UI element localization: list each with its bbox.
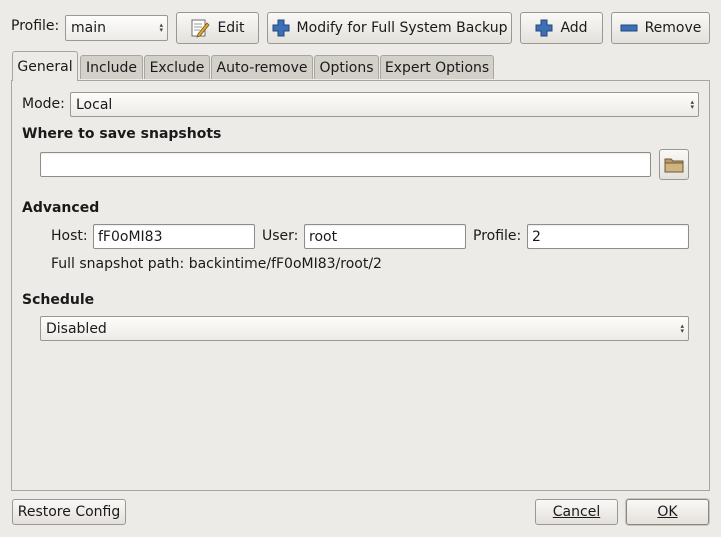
mode-select-value: Local [76,96,113,113]
schedule-select[interactable]: Disabled ▴ ▾ [40,316,689,341]
profile-select[interactable]: main ▴ ▾ [65,15,168,41]
user-value: root [309,228,338,245]
host-input[interactable]: fF0oMI83 [93,224,255,249]
plus-icon [272,19,290,37]
minus-icon [620,19,638,37]
schedule-select-value: Disabled [46,320,107,337]
schedule-heading: Schedule [22,292,95,308]
tab-exclude[interactable]: Exclude [144,55,210,79]
profile-label: Profile: [11,18,60,34]
remove-profile-label: Remove [644,20,702,36]
host-label: Host: [51,228,88,244]
advanced-heading: Advanced [22,200,100,216]
advanced-profile-input[interactable]: 2 [527,224,689,249]
combo-arrows-icon: ▴ ▾ [690,97,694,111]
tab-auto-remove-label: Auto-remove [216,59,308,76]
profile-select-value: main [71,20,106,36]
combo-arrows-icon: ▴ ▾ [680,321,684,335]
where-to-save-heading: Where to save snapshots [22,126,222,142]
plus-icon [535,19,553,37]
mode-select[interactable]: Local ▴ ▾ [70,92,699,117]
advanced-profile-value: 2 [532,228,541,245]
add-profile-button[interactable]: Add [520,12,603,44]
tab-exclude-label: Exclude [149,59,205,76]
ok-button-label: OK [657,504,678,520]
tab-general[interactable]: General [12,51,78,81]
tab-options-label: Options [319,59,374,76]
edit-button-label: Edit [217,20,245,36]
cancel-button[interactable]: Cancel [535,499,618,525]
combo-arrows-icon: ▴ ▾ [159,21,163,34]
tab-auto-remove[interactable]: Auto-remove [211,55,313,79]
tab-general-label: General [17,58,73,75]
cancel-button-label: Cancel [552,504,601,520]
tab-include-label: Include [86,59,137,76]
restore-config-label: Restore Config [17,504,121,520]
user-input[interactable]: root [304,224,466,249]
snapshot-path-input[interactable] [40,152,651,177]
tab-options[interactable]: Options [314,55,379,79]
modify-full-backup-button[interactable]: Modify for Full System Backup [267,12,512,44]
mode-label: Mode: [22,96,65,112]
edit-icon [190,18,210,38]
browse-folder-button[interactable] [659,149,689,180]
host-value: fF0oMI83 [98,228,163,245]
folder-icon [664,156,684,174]
restore-config-button[interactable]: Restore Config [12,499,126,525]
tab-expert-options-label: Expert Options [384,59,490,76]
tab-expert-options[interactable]: Expert Options [380,55,494,79]
ok-button[interactable]: OK [626,499,709,525]
tab-include[interactable]: Include [80,55,143,79]
add-profile-label: Add [560,20,588,36]
full-snapshot-path-text: Full snapshot path: backintime/fF0oMI83/… [51,256,382,272]
edit-button[interactable]: Edit [176,12,259,44]
remove-profile-button[interactable]: Remove [611,12,710,44]
user-label: User: [262,228,299,244]
modify-full-backup-label: Modify for Full System Backup [296,20,508,36]
advanced-profile-label: Profile: [473,228,522,244]
